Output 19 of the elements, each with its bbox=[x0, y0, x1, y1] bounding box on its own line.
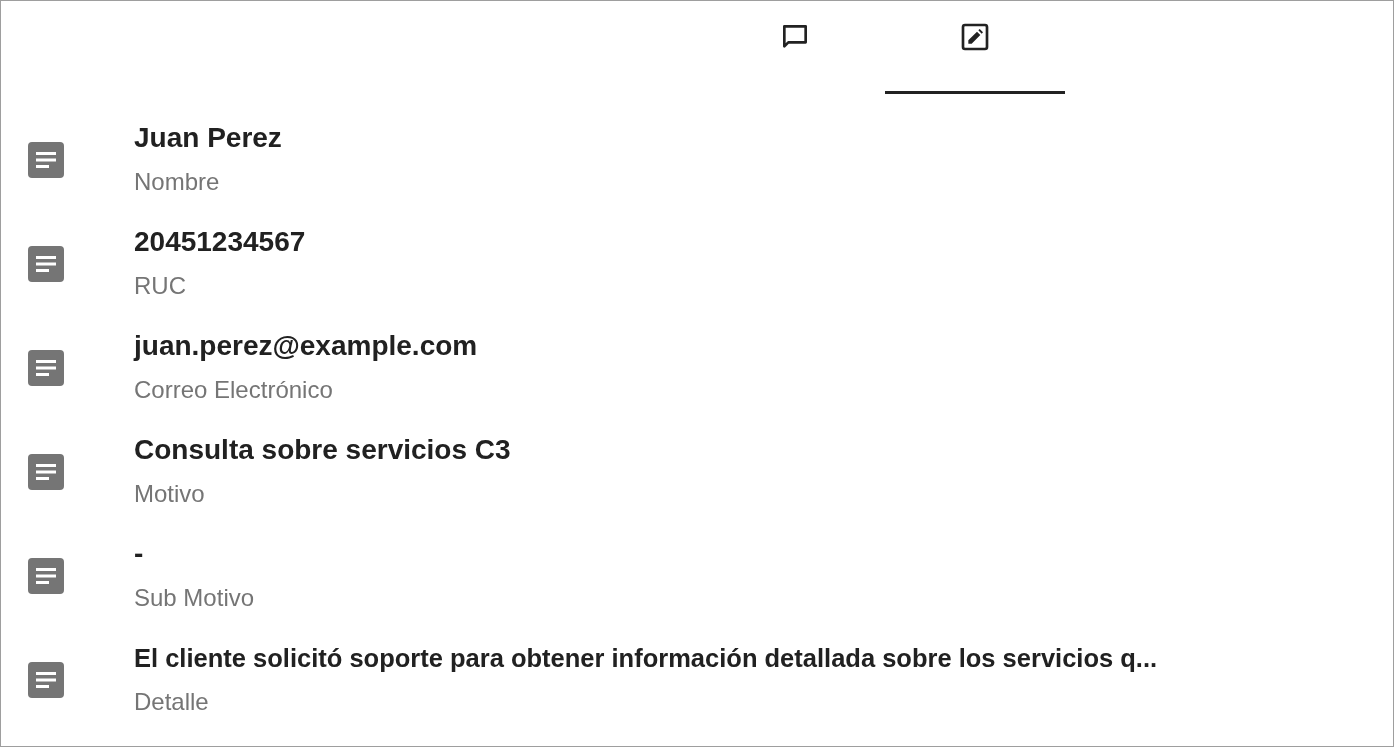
field-value: Consulta sobre servicios C3 bbox=[134, 433, 511, 467]
field-label: Detalle bbox=[134, 687, 210, 717]
field-label: Sub Motivo bbox=[134, 583, 255, 613]
field-label: Correo Electrónico bbox=[134, 375, 334, 405]
field-label: Nombre bbox=[134, 167, 221, 197]
document-icon bbox=[28, 558, 64, 594]
document-icon bbox=[28, 142, 64, 178]
edit-icon bbox=[959, 21, 991, 53]
field-value: Juan Perez bbox=[134, 121, 282, 155]
field-value: 20451234567 bbox=[134, 225, 306, 259]
document-icon bbox=[28, 350, 64, 386]
document-icon bbox=[28, 454, 64, 490]
field-value: El cliente solicitó soporte para obtener información detallada sobre los servicios q... bbox=[134, 643, 1158, 674]
document-icon bbox=[28, 246, 64, 282]
field-label: RUC bbox=[134, 271, 187, 301]
field-label: Motivo bbox=[134, 479, 206, 509]
field-value: juan.perez@example.com bbox=[134, 329, 478, 363]
field-value: - bbox=[134, 537, 145, 571]
document-icon bbox=[28, 662, 64, 698]
